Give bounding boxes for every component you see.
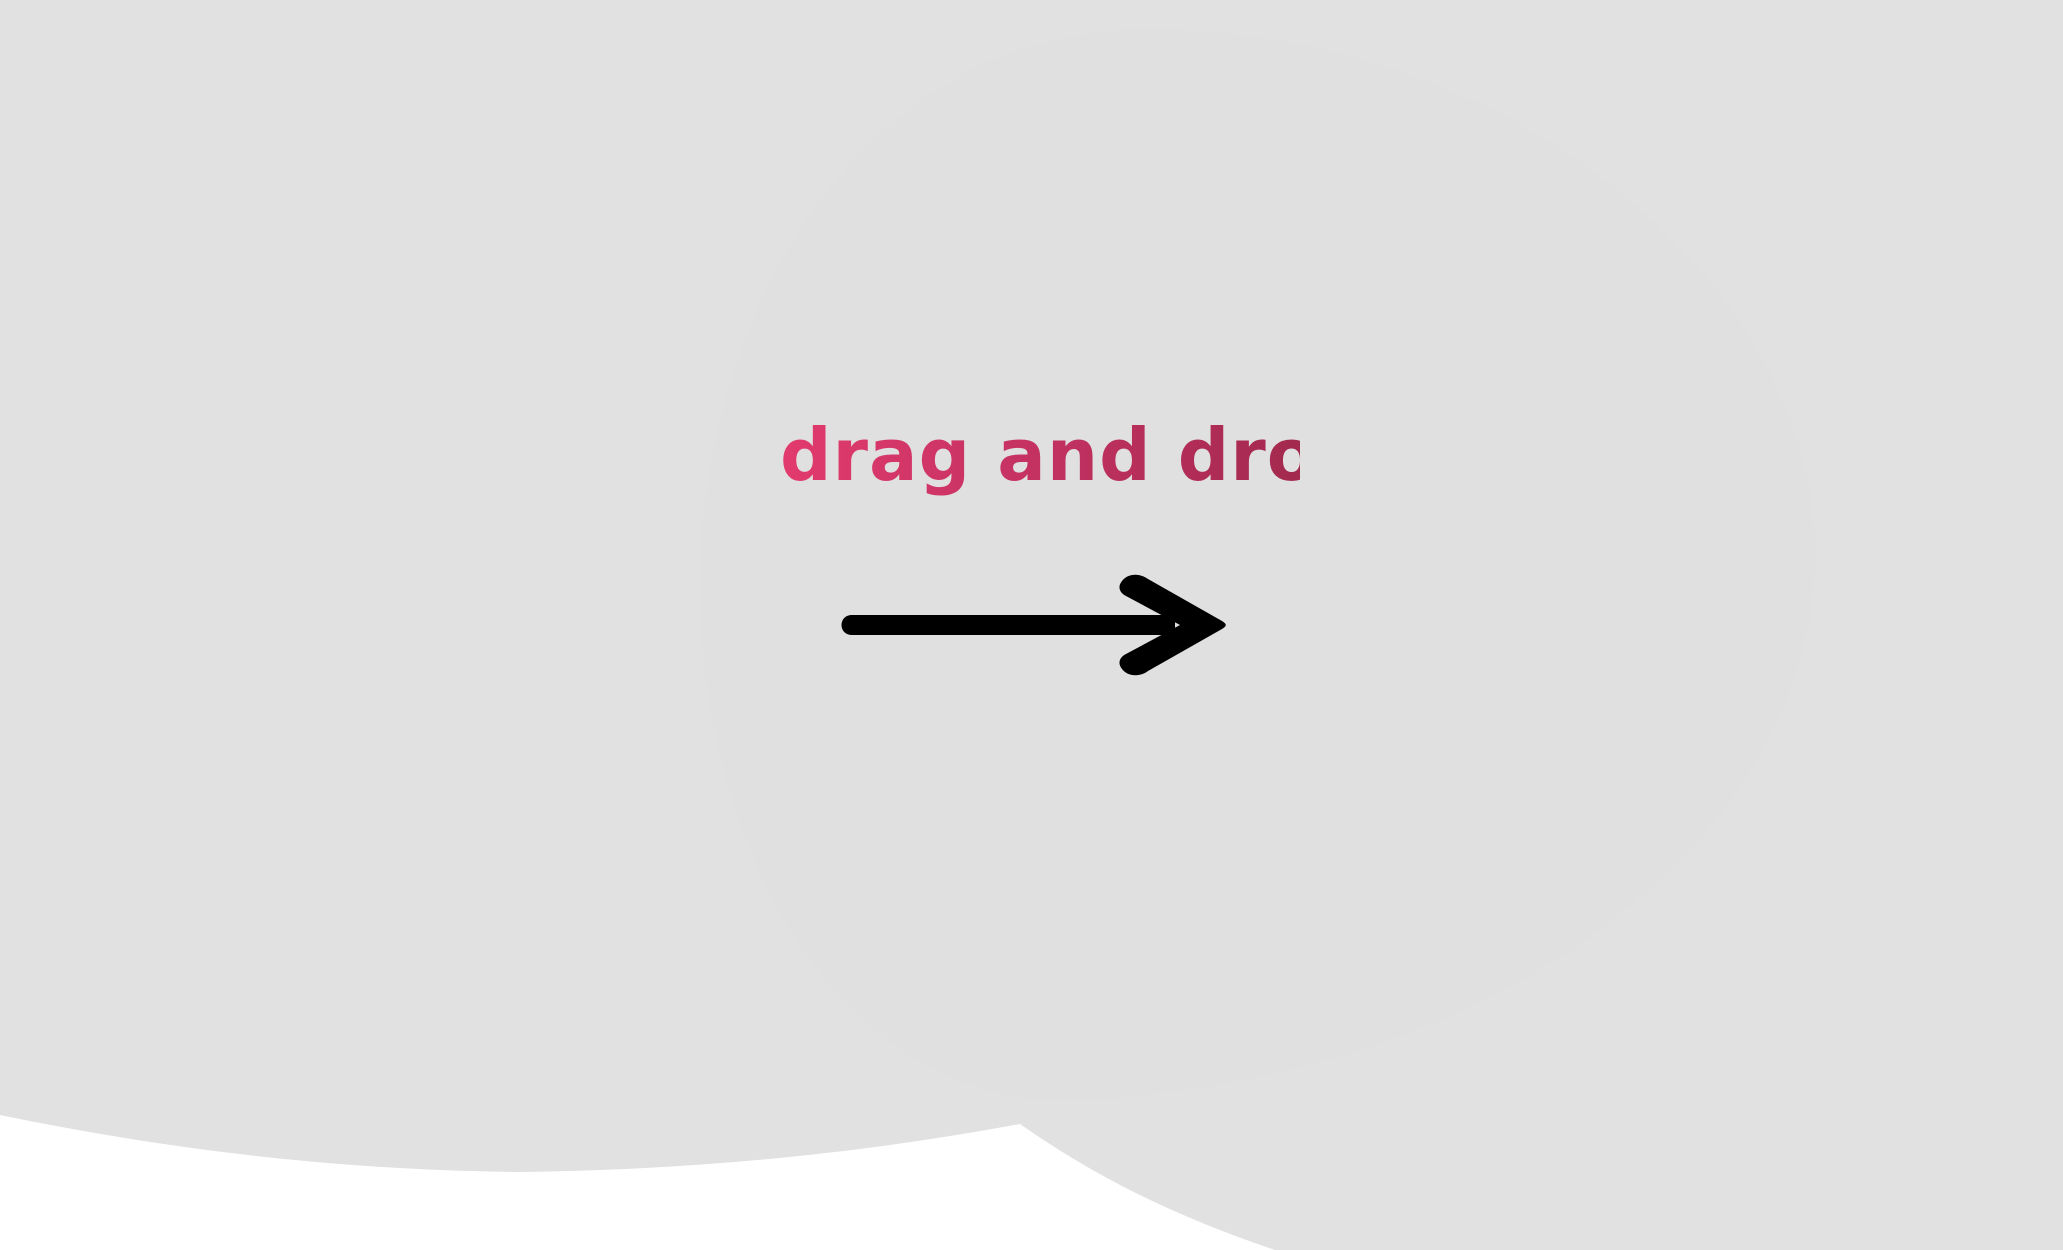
drag-and-drop-title: drag and drop [780,400,1369,510]
page-canvas: drag and drop [0,0,2063,1250]
arrow-right-icon [841,574,1226,676]
drag-and-drop-zone[interactable]: drag and drop [0,0,2063,1250]
arrow-shaft [841,615,1175,635]
